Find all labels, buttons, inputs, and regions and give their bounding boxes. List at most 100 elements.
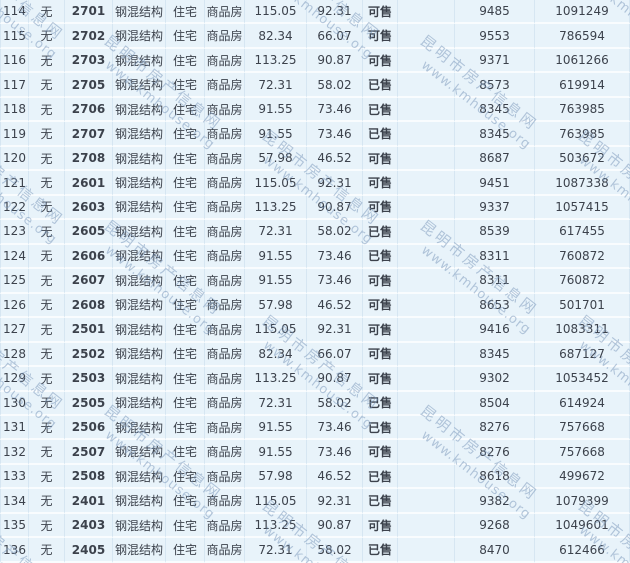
unit-number-link[interactable]: 2502 xyxy=(65,343,113,367)
unit-number-link[interactable]: 2605 xyxy=(65,220,113,244)
table-row: 117 无 2705 钢混结构 住宅 商品房 72.31 58.02 已售 85… xyxy=(0,73,630,97)
mortgage-cell: 无 xyxy=(29,24,65,48)
unit-number-link[interactable]: 2706 xyxy=(65,98,113,122)
build-area-cell: 72.31 xyxy=(245,392,307,416)
row-index: 126 xyxy=(0,294,29,318)
structure-cell: 钢混结构 xyxy=(113,269,166,293)
empty-cell xyxy=(398,122,455,146)
build-area-cell: 57.98 xyxy=(245,147,307,171)
structure-cell: 钢混结构 xyxy=(113,392,166,416)
empty-cell xyxy=(398,171,455,195)
unit-number-link[interactable]: 2701 xyxy=(65,0,113,24)
build-area-cell: 113.25 xyxy=(245,514,307,538)
row-index: 127 xyxy=(0,318,29,342)
table-row: 128 无 2502 钢混结构 住宅 商品房 82.34 66.07 可售 83… xyxy=(0,343,630,367)
row-index: 121 xyxy=(0,171,29,195)
inner-area-cell: 73.46 xyxy=(307,416,363,440)
unit-number-link[interactable]: 2607 xyxy=(65,269,113,293)
usage-cell: 住宅 xyxy=(166,367,205,391)
property-type-cell: 商品房 xyxy=(205,171,245,195)
inner-area-cell: 58.02 xyxy=(307,73,363,97)
unit-number-link[interactable]: 2405 xyxy=(65,538,113,563)
unit-price-cell: 9371 xyxy=(455,49,535,73)
usage-cell: 住宅 xyxy=(166,196,205,220)
total-price-cell: 760872 xyxy=(535,269,630,293)
property-type-cell: 商品房 xyxy=(205,440,245,464)
inner-area-cell: 66.07 xyxy=(307,24,363,48)
unit-number-link[interactable]: 2506 xyxy=(65,416,113,440)
usage-cell: 住宅 xyxy=(166,440,205,464)
status-badge: 可售 xyxy=(363,0,398,24)
property-type-cell: 商品房 xyxy=(205,416,245,440)
unit-price-cell: 8276 xyxy=(455,416,535,440)
property-type-cell: 商品房 xyxy=(205,98,245,122)
empty-cell xyxy=(398,245,455,269)
unit-price-cell: 8345 xyxy=(455,343,535,367)
table-row: 134 无 2401 钢混结构 住宅 商品房 115.05 92.31 已售 9… xyxy=(0,489,630,513)
empty-cell xyxy=(398,220,455,244)
table-row: 115 无 2702 钢混结构 住宅 商品房 82.34 66.07 可售 95… xyxy=(0,24,630,48)
unit-number-link[interactable]: 2705 xyxy=(65,73,113,97)
mortgage-cell: 无 xyxy=(29,73,65,97)
usage-cell: 住宅 xyxy=(166,489,205,513)
row-index: 123 xyxy=(0,220,29,244)
table-row: 135 无 2403 钢混结构 住宅 商品房 113.25 90.87 可售 9… xyxy=(0,514,630,538)
total-price-cell: 503672 xyxy=(535,147,630,171)
build-area-cell: 91.55 xyxy=(245,98,307,122)
structure-cell: 钢混结构 xyxy=(113,514,166,538)
mortgage-cell: 无 xyxy=(29,220,65,244)
property-type-cell: 商品房 xyxy=(205,196,245,220)
build-area-cell: 82.34 xyxy=(245,24,307,48)
unit-number-link[interactable]: 2403 xyxy=(65,514,113,538)
empty-cell xyxy=(398,367,455,391)
total-price-cell: 1083311 xyxy=(535,318,630,342)
structure-cell: 钢混结构 xyxy=(113,416,166,440)
unit-number-link[interactable]: 2702 xyxy=(65,24,113,48)
usage-cell: 住宅 xyxy=(166,73,205,97)
row-index: 134 xyxy=(0,489,29,513)
table-row: 122 无 2603 钢混结构 住宅 商品房 113.25 90.87 可售 9… xyxy=(0,196,630,220)
unit-number-link[interactable]: 2401 xyxy=(65,489,113,513)
unit-number-link[interactable]: 2603 xyxy=(65,196,113,220)
usage-cell: 住宅 xyxy=(166,416,205,440)
unit-number-link[interactable]: 2501 xyxy=(65,318,113,342)
total-price-cell: 1057415 xyxy=(535,196,630,220)
build-area-cell: 57.98 xyxy=(245,294,307,318)
unit-number-link[interactable]: 2608 xyxy=(65,294,113,318)
total-price-cell: 617455 xyxy=(535,220,630,244)
build-area-cell: 91.55 xyxy=(245,245,307,269)
empty-cell xyxy=(398,343,455,367)
row-index: 114 xyxy=(0,0,29,24)
unit-number-link[interactable]: 2507 xyxy=(65,440,113,464)
unit-price-cell: 9268 xyxy=(455,514,535,538)
status-badge: 可售 xyxy=(363,440,398,464)
property-type-cell: 商品房 xyxy=(205,49,245,73)
row-index: 115 xyxy=(0,24,29,48)
usage-cell: 住宅 xyxy=(166,0,205,24)
mortgage-cell: 无 xyxy=(29,489,65,513)
unit-number-link[interactable]: 2703 xyxy=(65,49,113,73)
unit-number-link[interactable]: 2606 xyxy=(65,245,113,269)
build-area-cell: 113.25 xyxy=(245,367,307,391)
unit-number-link[interactable]: 2707 xyxy=(65,122,113,146)
unit-number-link[interactable]: 2503 xyxy=(65,367,113,391)
status-badge: 已售 xyxy=(363,98,398,122)
units-table-body: 114 无 2701 钢混结构 住宅 商品房 115.05 92.31 可售 9… xyxy=(0,0,630,563)
unit-number-link[interactable]: 2708 xyxy=(65,147,113,171)
table-row: 127 无 2501 钢混结构 住宅 商品房 115.05 92.31 可售 9… xyxy=(0,318,630,342)
unit-price-cell: 9416 xyxy=(455,318,535,342)
row-index: 135 xyxy=(0,514,29,538)
unit-number-link[interactable]: 2508 xyxy=(65,465,113,489)
row-index: 130 xyxy=(0,392,29,416)
property-type-cell: 商品房 xyxy=(205,0,245,24)
unit-price-cell: 8653 xyxy=(455,294,535,318)
structure-cell: 钢混结构 xyxy=(113,98,166,122)
structure-cell: 钢混结构 xyxy=(113,73,166,97)
table-row: 136 无 2405 钢混结构 住宅 商品房 72.31 58.02 已售 84… xyxy=(0,538,630,563)
unit-number-link[interactable]: 2601 xyxy=(65,171,113,195)
status-badge: 可售 xyxy=(363,171,398,195)
unit-price-cell: 9302 xyxy=(455,367,535,391)
empty-cell xyxy=(398,416,455,440)
total-price-cell: 1049601 xyxy=(535,514,630,538)
unit-number-link[interactable]: 2505 xyxy=(65,392,113,416)
